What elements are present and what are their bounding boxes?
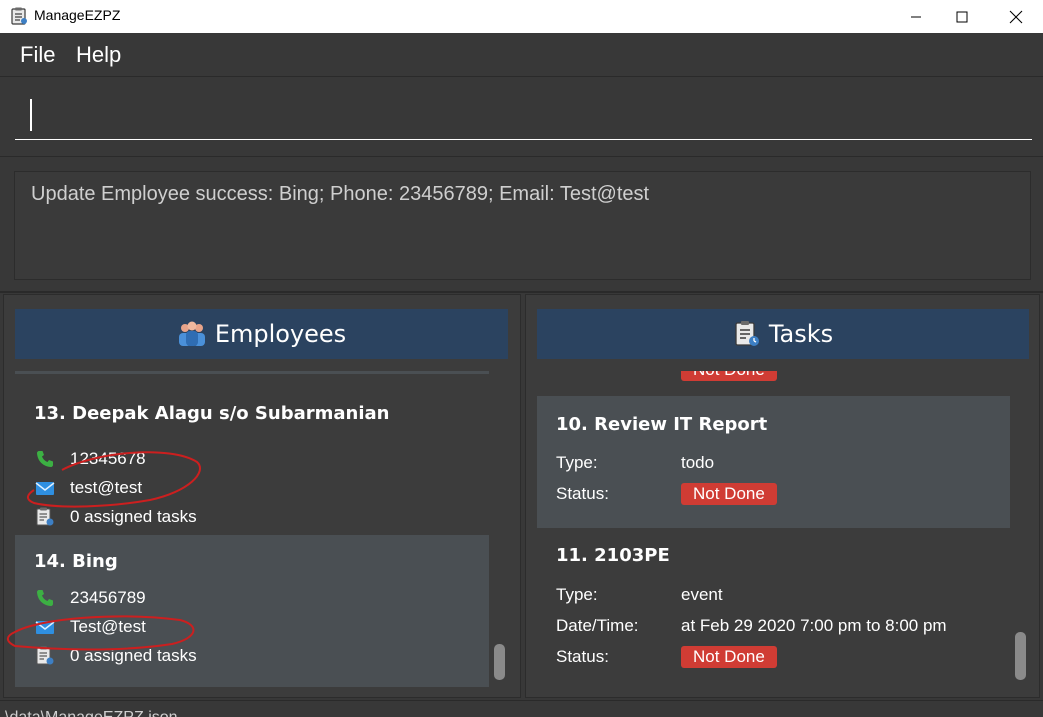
text-caret bbox=[30, 99, 32, 131]
assigned-tasks-icon bbox=[35, 371, 55, 373]
tasks-panel: Tasks Not Done 10. Review IT Report Type… bbox=[525, 294, 1040, 698]
task-list-scrollbar[interactable] bbox=[1015, 632, 1026, 680]
employee-assigned-tasks: 0 assigned tasks bbox=[70, 507, 197, 526]
task-status-badge: Not Done bbox=[681, 483, 777, 505]
task-type-label: Type: bbox=[556, 585, 598, 604]
phone-icon bbox=[37, 590, 53, 606]
app-window: ManageEZPZ File Help Update Employee suc… bbox=[0, 0, 1043, 717]
data-file-path: \data\ManageEZPZ.json bbox=[5, 709, 178, 717]
result-display[interactable]: Update Employee success: Bing; Phone: 23… bbox=[14, 171, 1031, 280]
tasks-title: Tasks bbox=[768, 320, 834, 348]
employee-email-row: test@test bbox=[35, 477, 142, 499]
assigned-tasks-icon bbox=[36, 507, 54, 526]
window-title: ManageEZPZ bbox=[34, 7, 121, 23]
title-bar: ManageEZPZ bbox=[0, 0, 1043, 33]
task-card[interactable]: 11. 2103PE Type: event Date/Time: at Feb… bbox=[537, 528, 1010, 687]
task-name: 10. Review IT Report bbox=[556, 414, 768, 435]
minimize-icon bbox=[911, 16, 921, 17]
result-display-area: Update Employee success: Bing; Phone: 23… bbox=[0, 156, 1043, 293]
employee-name: 14. Bing bbox=[34, 551, 118, 572]
app-clipboard-icon bbox=[11, 7, 27, 25]
maximize-icon bbox=[956, 11, 968, 22]
task-status-badge: Not Done bbox=[681, 646, 777, 668]
task-status-label: Status: bbox=[556, 647, 609, 666]
employee-email: test@test bbox=[70, 478, 143, 497]
task-datetime-label: Date/Time: bbox=[556, 616, 639, 635]
employee-email: Test@test bbox=[70, 617, 146, 636]
maximize-button[interactable] bbox=[939, 0, 985, 33]
email-envelope-icon bbox=[35, 621, 55, 634]
task-card-selected[interactable]: 10. Review IT Report Type: todo Status: … bbox=[537, 396, 1010, 528]
employee-name: 13. Deepak Alagu s/o Subarmanian bbox=[34, 403, 390, 424]
close-button[interactable] bbox=[993, 0, 1039, 33]
employee-phone: 12345678 bbox=[70, 449, 146, 468]
result-message: Update Employee success: Bing; Phone: 23… bbox=[31, 183, 650, 205]
task-status-label: Status: bbox=[556, 484, 609, 503]
tasks-clipboard-icon bbox=[735, 321, 759, 346]
command-input[interactable] bbox=[35, 98, 1015, 132]
task-name: 11. 2103PE bbox=[556, 545, 670, 566]
tasks-header: Tasks bbox=[537, 309, 1029, 359]
assigned-tasks-icon bbox=[36, 646, 54, 665]
employee-tasks-row: 0 assigned tasks bbox=[35, 506, 197, 528]
task-status-badge: Not Done bbox=[681, 371, 777, 381]
minimize-button[interactable] bbox=[893, 0, 939, 33]
menu-bar: File Help bbox=[0, 33, 1043, 77]
employees-header: Employees bbox=[15, 309, 508, 359]
employee-list[interactable]: 13. Deepak Alagu s/o Subarmanian 1234567… bbox=[15, 371, 489, 687]
employee-email-row: Test@test bbox=[35, 616, 146, 638]
status-bar: \data\ManageEZPZ.json bbox=[0, 700, 1043, 717]
employees-group-icon bbox=[178, 321, 205, 346]
menu-file[interactable]: File bbox=[20, 42, 55, 68]
task-type-label: Type: bbox=[556, 453, 598, 472]
employee-phone: 23456789 bbox=[70, 588, 146, 607]
employee-phone-row: 23456789 bbox=[35, 587, 146, 609]
command-box bbox=[15, 90, 1032, 140]
email-envelope-icon bbox=[35, 482, 55, 495]
employees-title: Employees bbox=[214, 320, 347, 348]
employees-panel: Employees 13. Deepak Alagu s/o Subarmani… bbox=[3, 294, 521, 698]
task-type: event bbox=[681, 585, 723, 604]
phone-icon bbox=[37, 451, 53, 467]
employee-card-selected[interactable]: 14. Bing 23456789 Test@test 0 assigned t… bbox=[15, 535, 489, 687]
close-icon bbox=[1009, 10, 1023, 23]
task-type: todo bbox=[681, 453, 715, 472]
employee-assigned-tasks: 0 assigned tasks bbox=[70, 646, 197, 665]
task-datetime: at Feb 29 2020 7:00 pm to 8:00 pm bbox=[681, 616, 947, 635]
task-card-partial[interactable]: Not Done bbox=[537, 371, 1010, 396]
employee-tasks-row: 0 assigned tasks bbox=[35, 645, 197, 667]
employee-card[interactable]: 13. Deepak Alagu s/o Subarmanian 1234567… bbox=[15, 374, 489, 535]
employee-phone-row: 12345678 bbox=[35, 448, 146, 470]
employee-list-scrollbar[interactable] bbox=[494, 644, 505, 680]
task-list[interactable]: Not Done 10. Review IT Report Type: todo… bbox=[537, 371, 1010, 687]
menu-help[interactable]: Help bbox=[76, 42, 121, 68]
